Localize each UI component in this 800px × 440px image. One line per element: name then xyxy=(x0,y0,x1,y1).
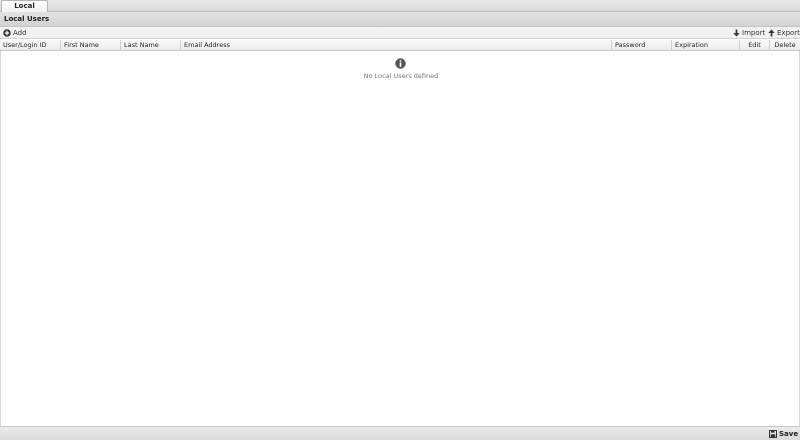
save-label: Save xyxy=(779,430,799,438)
info-circle-icon xyxy=(395,58,406,69)
import-label: Import xyxy=(742,29,766,37)
save-button[interactable]: Save xyxy=(769,428,798,440)
local-users-app: Local Users Local Users Add Import Expor… xyxy=(0,0,800,440)
add-label: Add xyxy=(13,29,27,37)
column-header-delete[interactable]: Delete xyxy=(770,40,800,51)
column-header-password[interactable]: Password xyxy=(612,40,672,51)
column-header-edit[interactable]: Edit xyxy=(740,40,770,51)
export-button[interactable]: Export xyxy=(768,27,800,39)
floppy-disk-icon xyxy=(769,430,777,438)
empty-message: No Local Users defined xyxy=(363,72,439,80)
import-button[interactable]: Import xyxy=(733,27,765,39)
panel-title: Local Users xyxy=(0,12,800,27)
column-header-expiration[interactable]: Expiration xyxy=(672,40,740,51)
tab-strip: Local Users xyxy=(0,0,800,20)
column-header-last-name[interactable]: Last Name xyxy=(121,40,181,51)
column-header-user-login-id[interactable]: User/Login ID xyxy=(0,40,61,51)
arrow-down-icon xyxy=(733,29,740,37)
arrow-up-icon xyxy=(768,29,775,37)
grid-body: No Local Users defined xyxy=(0,51,800,426)
column-header-first-name[interactable]: First Name xyxy=(61,40,121,51)
toolbar: Add Import Export xyxy=(0,27,800,39)
column-header-email-address[interactable]: Email Address xyxy=(181,40,612,51)
tab-local-users[interactable]: Local Users xyxy=(1,0,48,20)
grid-header: User/Login ID First Name Last Name Email… xyxy=(0,40,800,51)
footer-bar: Save xyxy=(0,426,800,440)
add-button[interactable]: Add xyxy=(3,27,27,39)
export-label: Export xyxy=(777,29,800,37)
plus-circle-icon xyxy=(3,29,11,37)
